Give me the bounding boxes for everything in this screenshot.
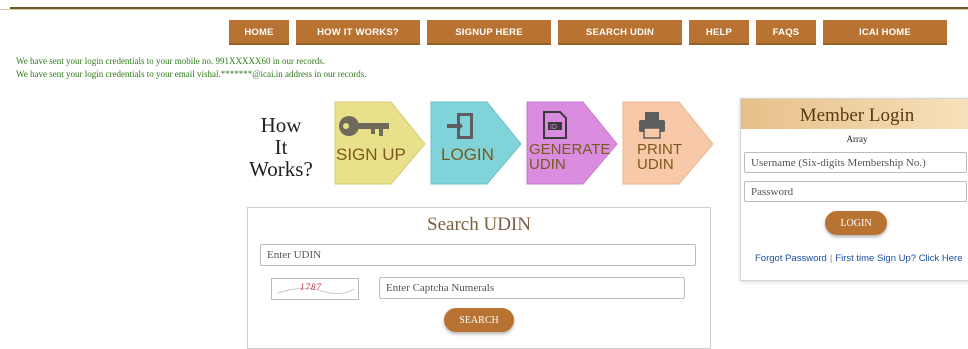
step-generate-udin[interactable]: ID GENERATE UDIN [525, 100, 621, 186]
step-print-udin[interactable]: PRINT UDIN [621, 100, 717, 186]
search-udin-title: Search UDIN [427, 214, 531, 235]
captcha-image: 1787 [271, 278, 359, 300]
udin-input[interactable]: Enter UDIN [260, 244, 696, 266]
step-login[interactable]: LOGIN [429, 100, 525, 186]
search-button[interactable]: SEARCH [444, 308, 514, 332]
captcha-text: 1787 [300, 282, 322, 292]
captcha-input[interactable]: Enter Captcha Numerals [379, 277, 685, 299]
member-login-title: Member Login [799, 105, 915, 126]
step-print-udin-label: PRINT UDIN [637, 141, 682, 173]
login-button[interactable]: LOGIN [825, 211, 887, 235]
forgot-password-link[interactable]: Forgot Password [755, 253, 827, 264]
door-exit-icon [447, 113, 473, 139]
email-sent-message: We have sent your login credentials to y… [16, 69, 367, 79]
member-login-subtitle: Array [846, 134, 868, 144]
key-icon [339, 116, 389, 136]
login-links: Forgot Password | First time Sign Up? Clic… [755, 253, 963, 264]
svg-text:ID: ID [550, 124, 557, 131]
step-sign-up-label: SIGN UP [336, 145, 406, 164]
step-sign-up[interactable]: SIGN UP [333, 100, 429, 186]
id-document-icon: ID [543, 111, 567, 139]
nav-icai-home[interactable]: ICAI HOME [823, 20, 947, 45]
nav-search-udin[interactable]: SEARCH UDIN [558, 20, 682, 45]
mobile-sent-message: We have sent your login credentials to y… [16, 56, 325, 66]
nav-home[interactable]: HOME [229, 20, 289, 45]
nav-signup-here[interactable]: SIGNUP HERE [427, 20, 551, 45]
member-login-panel: Member Login Array Username (Six-digits … [740, 98, 968, 281]
link-separator: | [829, 253, 833, 264]
nav-how-it-works[interactable]: HOW IT WORKS? [296, 20, 420, 45]
username-input[interactable]: Username (Six-digits Membership No.) [744, 152, 967, 173]
password-input[interactable]: Password [744, 181, 967, 202]
step-generate-udin-label: GENERATE UDIN [529, 141, 611, 173]
step-login-label: LOGIN [441, 145, 494, 164]
first-time-signup-link[interactable]: First time Sign Up? Click Here [835, 253, 962, 264]
search-udin-panel: Search UDIN Enter UDIN 1787 Enter Captch… [247, 207, 711, 349]
how-it-works-title: How It Works? [249, 113, 313, 181]
header-rule-light [0, 9, 968, 10]
nav-help[interactable]: HELP [689, 20, 749, 45]
nav-faqs[interactable]: FAQS [756, 20, 816, 45]
printer-icon [639, 112, 665, 139]
member-login-header: Member Login [741, 99, 968, 129]
